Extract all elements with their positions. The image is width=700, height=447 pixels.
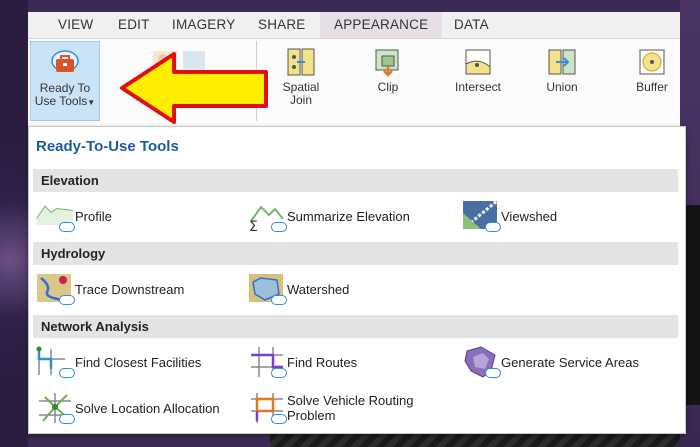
tool-find-routes[interactable]: Find Routes [247,345,357,379]
svg-text:Σ: Σ [249,219,258,233]
tool-generate-service-areas[interactable]: Generate Service Areas [461,345,639,379]
find-routes-label: Find Routes [287,354,358,370]
cloud-toolbox-icon [51,50,79,72]
trace-downstream-label: Trace Downstream [75,281,185,297]
buffer-label: Buffer [636,80,668,94]
generate-service-areas-icon [461,345,501,379]
viewshed-label: Viewshed [501,208,558,224]
ribbon-tabs: VIEW EDIT IMAGERY SHARE APPEARANCE DATA [28,12,680,38]
tool-profile[interactable]: Profile [35,199,112,233]
buffer-button[interactable]: Buffer [628,41,676,119]
background-left [0,0,28,447]
tab-edit[interactable]: EDIT [104,12,164,38]
profile-label: Profile [75,208,112,224]
tool-solve-location-allocation[interactable]: Solve Location Allocation [35,391,220,425]
intersect-icon [465,49,491,75]
tool-solve-vehicle-routing-problem[interactable]: Solve Vehicle Routing Problem [247,391,437,425]
dropdown-caret-icon: ▼ [87,98,96,107]
tool-summarize-elevation[interactable]: Σ Summarize Elevation [247,199,410,235]
tool-viewshed[interactable]: Viewshed [461,199,557,233]
viewshed-icon [461,199,501,233]
summarize-elevation-icon: Σ [247,199,287,235]
solve-location-allocation-label: Solve Location Allocation [75,400,220,416]
tool-watershed[interactable]: Watershed [247,272,349,306]
union-button[interactable]: Union [538,41,586,119]
trace-downstream-icon [35,272,75,306]
generate-service-areas-label: Generate Service Areas [501,354,640,370]
clip-icon [375,49,399,77]
watershed-icon [247,272,287,306]
ready-to-use-tools-dropdown: Ready-To-Use Tools Elevation Profile Σ S… [28,126,686,434]
tab-share[interactable]: SHARE [244,12,320,38]
tool-find-closest-facilities[interactable]: Find Closest Facilities [35,345,201,379]
spatial-join-label: Spatial Join [282,80,320,107]
section-hydrology: Hydrology [33,242,678,265]
solve-vehicle-routing-problem-label: Solve Vehicle Routing Problem [287,393,414,423]
tab-imagery[interactable]: IMAGERY [158,12,249,38]
buffer-icon [639,49,665,75]
tab-data[interactable]: DATA [440,12,503,38]
intersect-label: Intersect [454,80,502,94]
find-closest-facilities-label: Find Closest Facilities [75,354,202,370]
union-icon [548,49,576,75]
find-closest-facilities-icon [35,345,75,379]
clip-label: Clip [377,80,399,94]
find-routes-icon [247,345,287,379]
solve-location-allocation-icon [35,391,75,425]
summarize-elevation-label: Summarize Elevation [287,208,410,224]
watershed-label: Watershed [287,281,350,297]
tab-view[interactable]: VIEW [44,12,107,38]
union-label: Union [546,80,578,94]
section-elevation: Elevation [33,169,678,192]
intersect-button[interactable]: Intersect [448,41,508,119]
ready-to-use-line2: Use Tools [34,94,88,108]
ready-to-use-tools-button[interactable]: Ready To Use Tools▼ [30,41,100,121]
clip-button[interactable]: Clip [368,41,408,119]
pointer-arrow-annotation [120,52,268,124]
tool-trace-downstream[interactable]: Trace Downstream [35,272,184,306]
solve-vehicle-routing-problem-icon [247,391,287,425]
section-network-analysis: Network Analysis [33,315,678,338]
tab-appearance[interactable]: APPEARANCE [320,12,443,38]
spatial-join-icon [287,48,315,76]
spatial-join-button[interactable]: Spatial Join [278,41,324,119]
profile-icon [35,199,75,233]
panel-title: Ready-To-Use Tools [36,138,179,155]
